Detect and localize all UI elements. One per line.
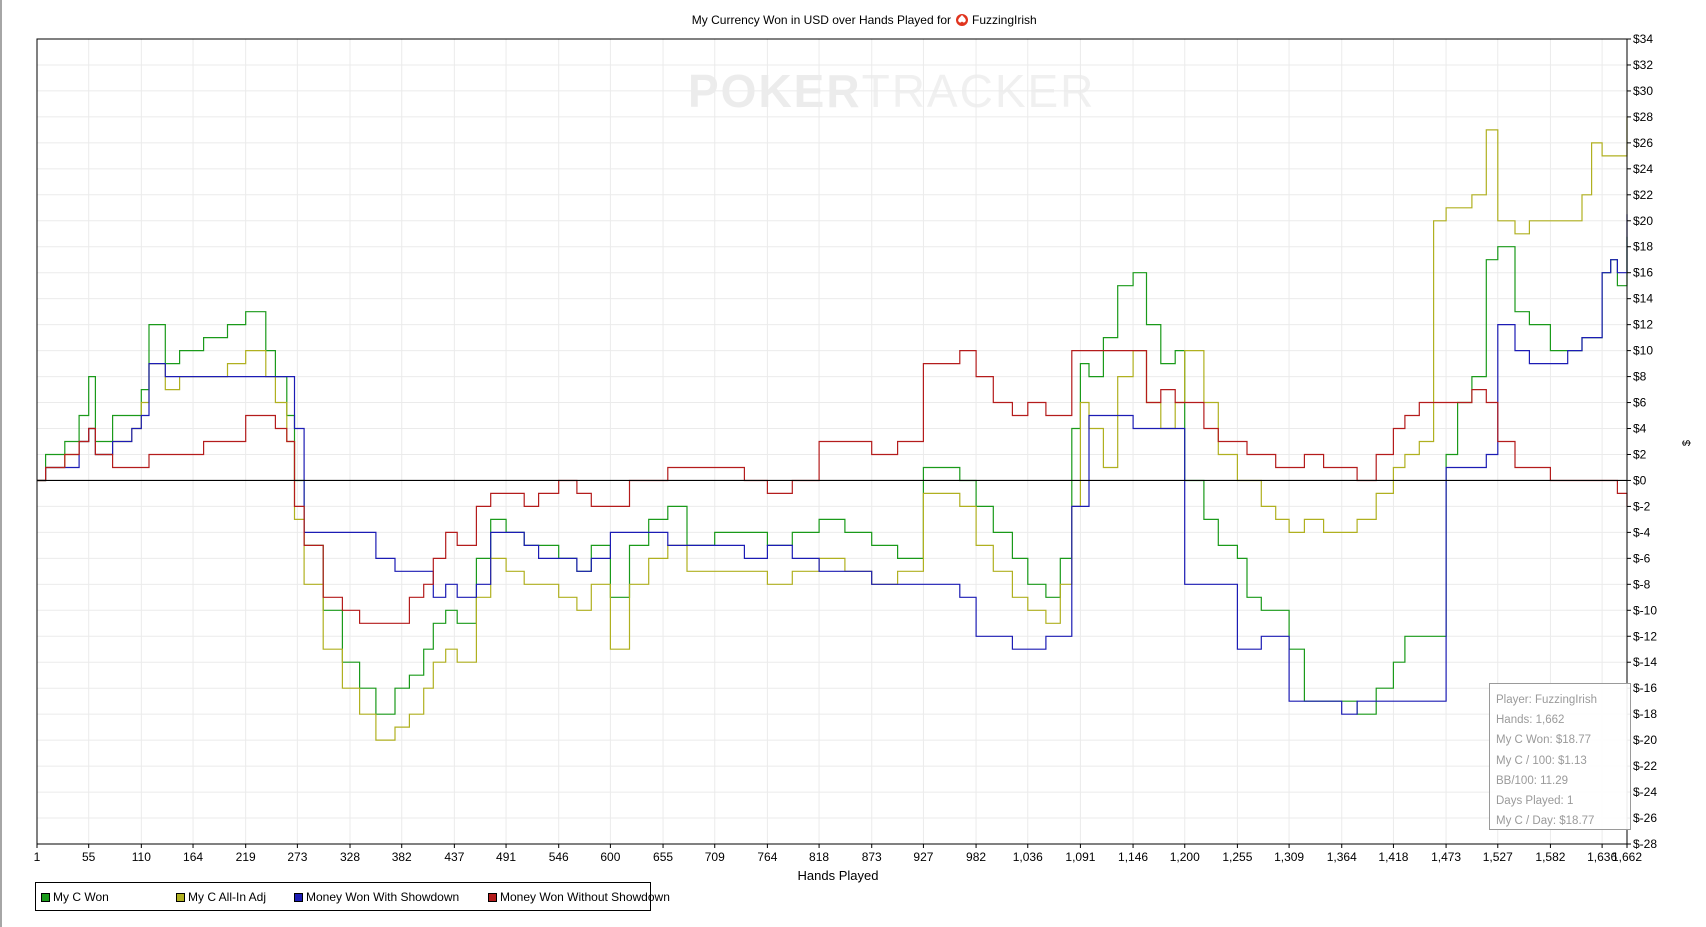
x-tick-label: 1,527 bbox=[1483, 850, 1513, 864]
series-line-my-c-won bbox=[37, 236, 1628, 715]
x-tick-label: 1,473 bbox=[1431, 850, 1461, 864]
y-tick-label: $22 bbox=[1633, 188, 1653, 202]
x-tick-label: 491 bbox=[496, 850, 516, 864]
y-tick-label: $-26 bbox=[1633, 811, 1657, 825]
x-tick-label: 164 bbox=[183, 850, 203, 864]
y-tick-label: $-10 bbox=[1633, 603, 1657, 617]
x-tick-label: 219 bbox=[236, 850, 256, 864]
y-tick-label: $-4 bbox=[1633, 525, 1651, 539]
y-tick-label: $8 bbox=[1633, 370, 1647, 384]
y-tick-label: $-6 bbox=[1633, 551, 1651, 565]
y-tick-label: $-12 bbox=[1633, 629, 1657, 643]
x-tick-label: 1,364 bbox=[1327, 850, 1357, 864]
stats-box: Player: FuzzingIrish Hands: 1,662 My C W… bbox=[1489, 683, 1631, 830]
y-tick-label: $-2 bbox=[1633, 499, 1651, 513]
stat-hands: Hands: 1,662 bbox=[1496, 714, 1565, 727]
y-tick-label: $6 bbox=[1633, 396, 1647, 410]
x-tick-label: 1,146 bbox=[1118, 850, 1148, 864]
stat-days: Days Played: 1 bbox=[1496, 794, 1574, 807]
y-tick-label: $-22 bbox=[1633, 759, 1657, 773]
y-tick-label: $12 bbox=[1633, 318, 1653, 332]
x-tick-label: 982 bbox=[966, 850, 986, 864]
x-tick-label: 1,418 bbox=[1378, 850, 1408, 864]
x-tick-label: 1,255 bbox=[1222, 850, 1252, 864]
x-tick-label: 655 bbox=[653, 850, 673, 864]
x-tick-label: 709 bbox=[705, 850, 725, 864]
legend-label: Money Won Without Showdown bbox=[500, 890, 670, 904]
stat-per-100: My C / 100: $1.13 bbox=[1496, 754, 1587, 767]
y-tick-label: $2 bbox=[1633, 447, 1647, 461]
x-tick-label: 1,036 bbox=[1013, 850, 1043, 864]
y-tick-label: $28 bbox=[1633, 110, 1653, 124]
x-tick-label: 1,091 bbox=[1065, 850, 1095, 864]
y-tick-label: $-24 bbox=[1633, 785, 1657, 799]
y-tick-label: $30 bbox=[1633, 84, 1653, 98]
legend: My C Won My C All-In Adj Money Won With … bbox=[35, 882, 670, 911]
y-tick-label: $-14 bbox=[1633, 655, 1657, 669]
y-tick-label: $10 bbox=[1633, 344, 1653, 358]
stat-won: My C Won: $18.77 bbox=[1496, 734, 1592, 747]
x-tick-label: 1,582 bbox=[1535, 850, 1565, 864]
x-tick-label: 382 bbox=[392, 850, 412, 864]
y-axis-label: $ bbox=[1681, 440, 1693, 446]
legend-swatch bbox=[294, 892, 303, 902]
chart-title: My Currency Won in USD over Hands Played… bbox=[692, 13, 951, 27]
y-tick-label: $0 bbox=[1633, 473, 1647, 487]
chart-svg: $34 $32 $30 $28 $26 $24 $22 $20 $18 $16 $14 $12 $10 $… bbox=[34, 13, 1693, 883]
x-tick-label: 1,662 bbox=[1612, 850, 1642, 864]
y-tick-label: $4 bbox=[1633, 422, 1647, 436]
y-tick-label: $-28 bbox=[1633, 837, 1657, 851]
x-tick-label: 1,309 bbox=[1274, 850, 1304, 864]
poker-spade-chip-icon bbox=[956, 14, 968, 26]
legend-label: My C All-In Adj bbox=[188, 890, 267, 904]
y-tick-label: $26 bbox=[1633, 136, 1653, 150]
x-axis-label: Hands Played bbox=[798, 868, 879, 883]
y-tick-label: $-18 bbox=[1633, 707, 1657, 721]
y-tick-label: $34 bbox=[1633, 32, 1653, 46]
legend-item-all-in-adj[interactable]: My C All-In Adj bbox=[176, 890, 266, 904]
x-tick-label: 273 bbox=[287, 850, 307, 864]
x-tick-label: 764 bbox=[757, 850, 777, 864]
y-tick-label: $14 bbox=[1633, 292, 1653, 306]
x-tick-label: 328 bbox=[340, 850, 360, 864]
stat-bb-100: BB/100: 11.29 bbox=[1496, 774, 1569, 787]
legend-swatch bbox=[176, 892, 185, 902]
y-tick-label: $-20 bbox=[1633, 733, 1657, 747]
axes: $34 $32 $30 $28 $26 $24 $22 $20 $18 $16 $14 $12 $10 $… bbox=[34, 32, 1658, 864]
stat-per-day: My C / Day: $18.77 bbox=[1496, 815, 1595, 828]
legend-item-with-showdown[interactable]: Money Won With Showdown bbox=[294, 890, 459, 904]
x-tick-label: 546 bbox=[549, 850, 569, 864]
x-tick-label: 873 bbox=[862, 850, 882, 864]
stat-player: Player: FuzzingIrish bbox=[1496, 694, 1597, 706]
y-tick-label: $24 bbox=[1633, 162, 1653, 176]
x-tick-label: 600 bbox=[600, 850, 620, 864]
x-tick-label: 55 bbox=[82, 850, 96, 864]
x-tick-label: 1 bbox=[34, 850, 41, 864]
y-tick-label: $32 bbox=[1633, 58, 1653, 72]
x-tick-label: 437 bbox=[444, 850, 464, 864]
legend-swatch bbox=[488, 892, 497, 902]
legend-item-without-showdown[interactable]: Money Won Without Showdown bbox=[488, 890, 670, 904]
chart-title-player: FuzzingIrish bbox=[972, 13, 1037, 27]
y-tick-label: $16 bbox=[1633, 266, 1653, 280]
x-tick-label: 1,200 bbox=[1170, 850, 1200, 864]
y-tick-label: $18 bbox=[1633, 240, 1653, 254]
x-tick-label: 927 bbox=[913, 850, 933, 864]
y-tick-label: $-8 bbox=[1633, 577, 1651, 591]
y-tick-label: $-16 bbox=[1633, 681, 1657, 695]
legend-label: Money Won With Showdown bbox=[306, 890, 460, 904]
x-tick-label: 110 bbox=[132, 850, 151, 864]
legend-label: My C Won bbox=[53, 890, 109, 904]
series-line-money-won-with-showdown bbox=[37, 214, 1628, 715]
x-tick-label: 818 bbox=[809, 850, 829, 864]
legend-swatch bbox=[41, 892, 50, 902]
legend-item-my-c-won[interactable]: My C Won bbox=[41, 890, 109, 904]
y-tick-label: $20 bbox=[1633, 214, 1653, 228]
